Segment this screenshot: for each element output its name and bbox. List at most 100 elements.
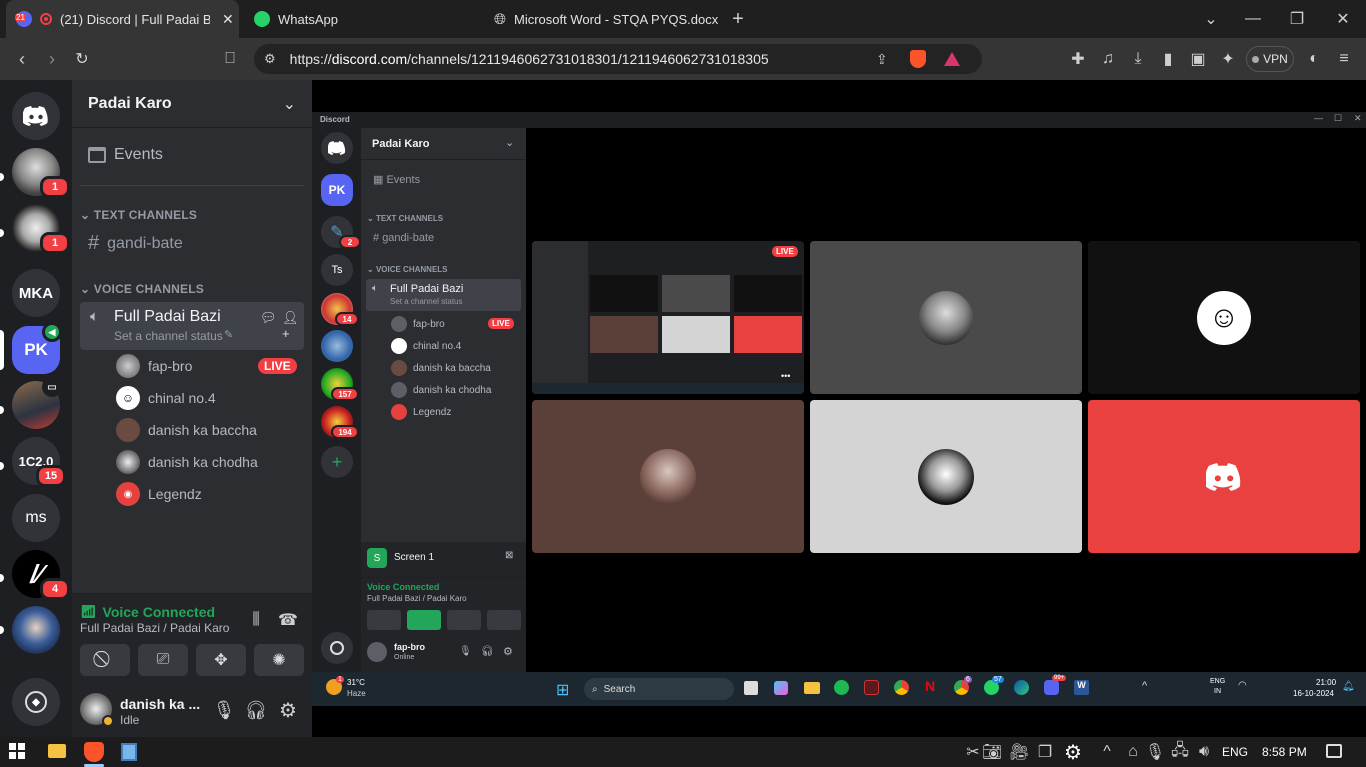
menu-icon[interactable]: ≡	[1334, 49, 1354, 69]
guild-icon-photo[interactable]: ▭	[12, 377, 62, 429]
new-tab-icon[interactable]: +	[728, 8, 748, 30]
network-icon[interactable]: 🖧︎	[1170, 742, 1190, 761]
avatar	[391, 316, 407, 332]
disconnect-icon[interactable]: ☎︎	[278, 610, 298, 630]
screen-share-button[interactable]: ⎚	[138, 644, 188, 676]
back-icon[interactable]: ‹	[12, 49, 32, 69]
leo-icon[interactable]: ✦	[1218, 49, 1238, 69]
window-close-icon[interactable]: ✕	[1334, 10, 1352, 28]
guild-badge: 194	[331, 425, 359, 439]
guild-ms[interactable]: ms	[12, 494, 60, 542]
text-category[interactable]: ⌄ TEXT CHANNELS	[80, 208, 197, 222]
vpn-button[interactable]: VPN	[1246, 46, 1294, 72]
channel-gandi-bate[interactable]: # gandi-bate	[88, 232, 183, 255]
chevron-down-icon[interactable]: ⌄	[1202, 10, 1220, 28]
forward-icon[interactable]: ›	[42, 49, 62, 69]
netflix-icon: N	[925, 678, 936, 694]
bookmark-icon[interactable]: ⎕	[220, 49, 240, 69]
share-icon[interactable]: ⇪	[876, 51, 888, 68]
brave-logo-icon[interactable]: ◐	[1304, 49, 1324, 69]
language-indicator[interactable]: ENG	[1222, 745, 1248, 759]
voice-member[interactable]: danish ka chodha	[116, 450, 258, 474]
music-icon[interactable]: ♫	[1098, 49, 1118, 69]
events-divider	[80, 185, 304, 186]
voice-connected-status[interactable]: 📶︎ Voice Connected	[80, 604, 215, 620]
guild-label: PK	[328, 183, 346, 197]
guild-icon-anime-3[interactable]	[12, 606, 60, 654]
url-field[interactable]: ⚙︎ https://discord.com/channels/12119460…	[254, 44, 982, 74]
add-member-icon[interactable]: 👤︎+	[282, 310, 304, 341]
stream-tile-chinal	[810, 241, 1082, 394]
events-link[interactable]: Events	[88, 146, 163, 164]
nested-taskbar	[532, 383, 804, 394]
brave-rewards-icon[interactable]	[944, 52, 960, 66]
voice-member[interactable]: ◉ Legendz	[116, 482, 202, 506]
hash-icon: #	[88, 232, 100, 254]
activities-button[interactable]: ✥	[196, 644, 246, 676]
restore-icon[interactable]: ❐	[1288, 10, 1306, 28]
soundboard-button[interactable]: ✺	[254, 644, 304, 676]
guild-icon-logo[interactable]: /⁄ 4	[12, 550, 70, 600]
brave-shield-icon[interactable]	[910, 50, 926, 68]
user-avatar[interactable]	[80, 693, 114, 727]
voice-location[interactable]: Full Padai Bazi / Padai Karo	[80, 621, 229, 635]
avatar: ◉	[116, 482, 140, 506]
close-icon[interactable]: ✕	[222, 11, 234, 28]
nested-tile	[662, 316, 730, 353]
site-settings-icon[interactable]: ⚙︎	[264, 51, 276, 67]
discord-home-button[interactable]	[12, 92, 60, 140]
minimize-icon[interactable]: —	[1244, 10, 1262, 28]
headphones-icon[interactable]: 🎧︎	[244, 700, 268, 720]
explore-button[interactable]: ◆	[12, 678, 60, 726]
voice-member[interactable]: fap-bro	[116, 354, 192, 378]
reload-icon[interactable]: ↻	[72, 49, 92, 69]
wallet-icon[interactable]: ▣	[1188, 49, 1208, 69]
video-icon[interactable]: 🎥︎	[1008, 743, 1030, 761]
volume-icon[interactable]: 🔊︎	[1194, 743, 1214, 761]
guild-pk[interactable]: PK ◀	[12, 322, 62, 374]
capture-tool-icon[interactable]: ✂︎	[964, 743, 982, 761]
activities-icon: ✥	[214, 652, 228, 669]
notepad-icon[interactable]	[121, 743, 137, 761]
guild-icon-anime-2[interactable]: 1	[12, 204, 70, 254]
settings-gear-icon[interactable]: ⚙︎	[276, 700, 300, 722]
window-icon[interactable]: ❐	[1034, 743, 1056, 761]
voice-category[interactable]: ⌄ VOICE CHANNELS	[80, 282, 204, 296]
voice-member[interactable]: danish ka baccha	[116, 418, 257, 442]
nested-screen	[532, 241, 804, 394]
start-icon[interactable]	[9, 743, 25, 759]
noise-suppression-icon[interactable]: ⫼	[246, 610, 266, 630]
guild-icon-anime-1[interactable]: 1	[12, 148, 70, 198]
tab-word[interactable]: 🌐︎ Microsoft Word - STQA PYQS.docx	[494, 0, 722, 38]
guild-mka[interactable]: MKA	[12, 269, 60, 317]
close-icon: ✕	[1354, 113, 1362, 123]
extensions-icon[interactable]: ✚	[1068, 49, 1088, 69]
chevron-up-icon[interactable]: ^	[1098, 743, 1116, 761]
camera-button[interactable]: ⃠	[80, 644, 130, 676]
voice-channel-full-padai-bazi[interactable]: 🔈︎ Full Padai Bazi Set a channel status …	[80, 302, 304, 350]
avatar	[391, 382, 407, 398]
settings-gear-icon[interactable]: ⚙︎	[1062, 742, 1084, 764]
tab-discord[interactable]: 21 (21) Discord | Full Padai Bazi ✕	[6, 0, 239, 38]
clock[interactable]: 8:58 PM	[1262, 745, 1307, 759]
category-label: VOICE CHANNELS	[93, 282, 204, 296]
live-badge: LIVE	[772, 246, 798, 257]
chat-icon[interactable]: 💬︎	[260, 310, 277, 326]
download-icon[interactable]: ⤓	[1128, 49, 1148, 69]
voice-member[interactable]: ☺ chinal no.4	[116, 386, 216, 410]
device-icon[interactable]: ⌂	[1124, 743, 1142, 761]
lang-label: IN	[1214, 688, 1221, 695]
microphone-icon[interactable]: 🎙︎	[212, 700, 236, 720]
guild-1c2[interactable]: 1C2.0 15	[12, 437, 66, 487]
sidebar-icon[interactable]: ▮	[1158, 49, 1178, 69]
server-header[interactable]: Padai Karo ⌄	[72, 80, 312, 128]
discord-logo-icon	[1206, 462, 1241, 491]
brave-icon[interactable]	[84, 742, 104, 762]
tab-whatsapp[interactable]: WhatsApp	[254, 0, 474, 38]
inner-search-box: ⌕ Search	[584, 678, 734, 700]
file-explorer-icon[interactable]	[48, 744, 66, 758]
microphone-icon[interactable]: 🎙︎	[1145, 743, 1165, 761]
camera-icon[interactable]: 📷︎	[982, 743, 1002, 761]
channel-status[interactable]: Set a channel status	[114, 329, 223, 343]
chat-bubble-icon[interactable]	[1326, 744, 1342, 758]
